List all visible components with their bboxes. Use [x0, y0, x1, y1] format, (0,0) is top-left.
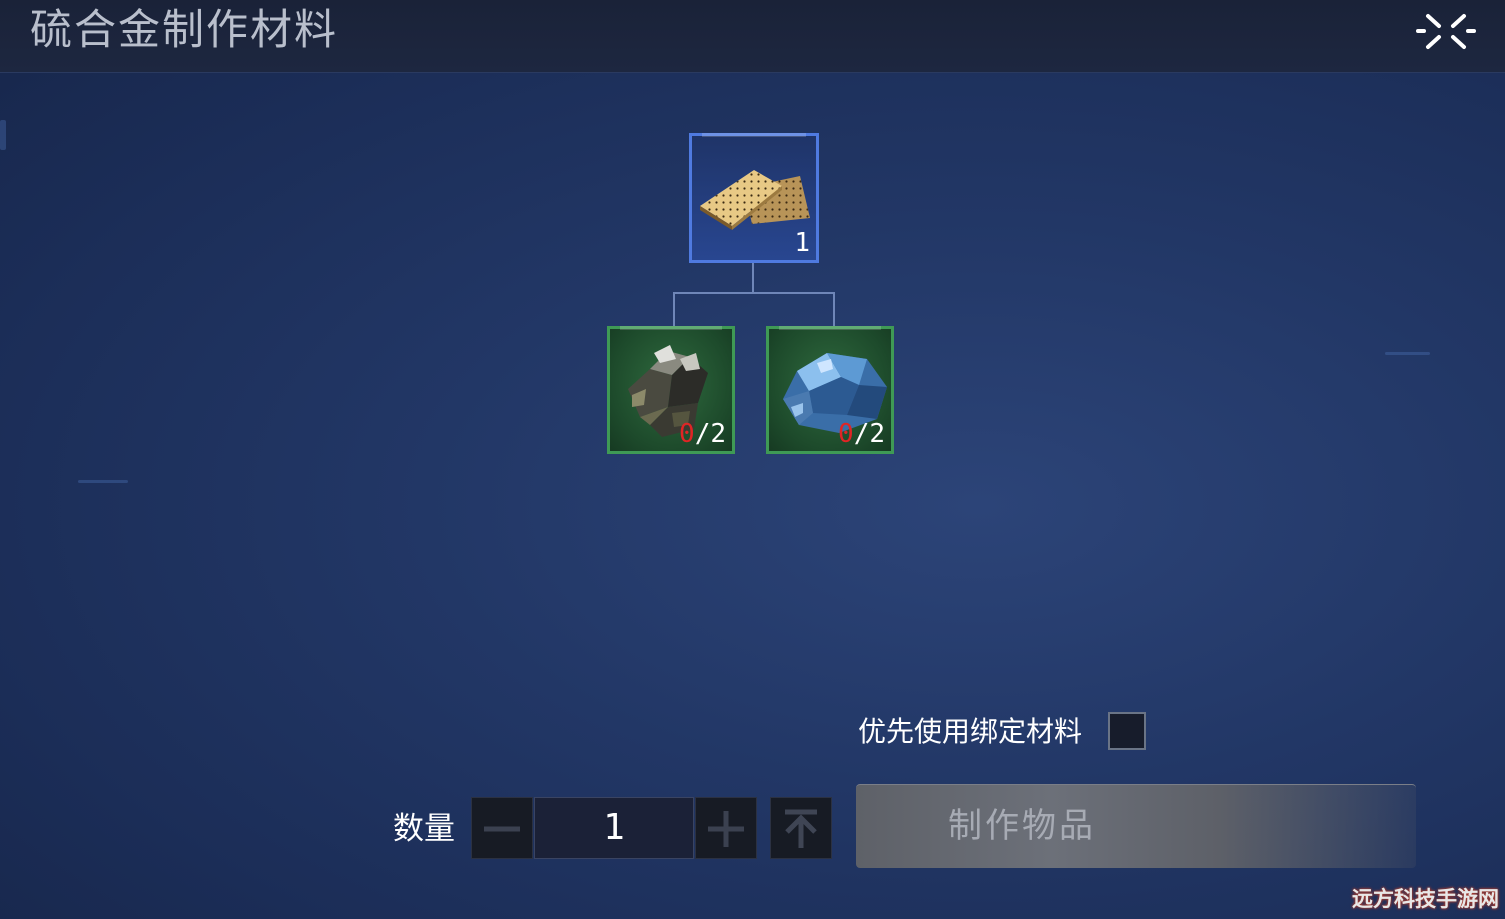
- background-streak: [1385, 352, 1430, 355]
- quantity-max-button[interactable]: [770, 797, 832, 859]
- close-button[interactable]: [1414, 6, 1478, 56]
- craft-item-label: 制作物品: [948, 806, 1096, 846]
- bind-material-checkbox[interactable]: [1108, 712, 1146, 750]
- max-arrow-icon: [785, 809, 817, 848]
- material-slot-pyrite[interactable]: 0/2: [607, 326, 735, 454]
- craft-item-button[interactable]: 制作物品: [856, 784, 1416, 868]
- header-bar: 硫合金制作材料: [0, 0, 1505, 73]
- tree-connector: [673, 292, 835, 294]
- tree-connector: [833, 292, 835, 326]
- plus-icon: [708, 811, 744, 847]
- tree-connector: [673, 292, 675, 326]
- page-title: 硫合金制作材料: [30, 5, 339, 54]
- material-count: 0/2: [838, 419, 885, 449]
- bind-material-label: 优先使用绑定材料: [858, 715, 1083, 748]
- quantity-increase-button[interactable]: [695, 797, 757, 859]
- quantity-label: 数量: [393, 811, 455, 847]
- result-item-slot[interactable]: 1: [689, 133, 819, 263]
- background-streak: [78, 480, 128, 483]
- result-count: 1: [794, 228, 810, 258]
- material-count: 0/2: [679, 419, 726, 449]
- tree-connector: [752, 263, 754, 293]
- site-watermark: 远方科技手游网: [1352, 887, 1499, 911]
- material-slot-crystal[interactable]: 0/2: [766, 326, 894, 454]
- minus-icon: [484, 826, 520, 832]
- background-streak: [0, 120, 6, 150]
- quantity-input[interactable]: 1: [534, 797, 694, 859]
- quantity-decrease-button[interactable]: [471, 797, 533, 859]
- close-shrink-arrows-icon: [1416, 14, 1476, 49]
